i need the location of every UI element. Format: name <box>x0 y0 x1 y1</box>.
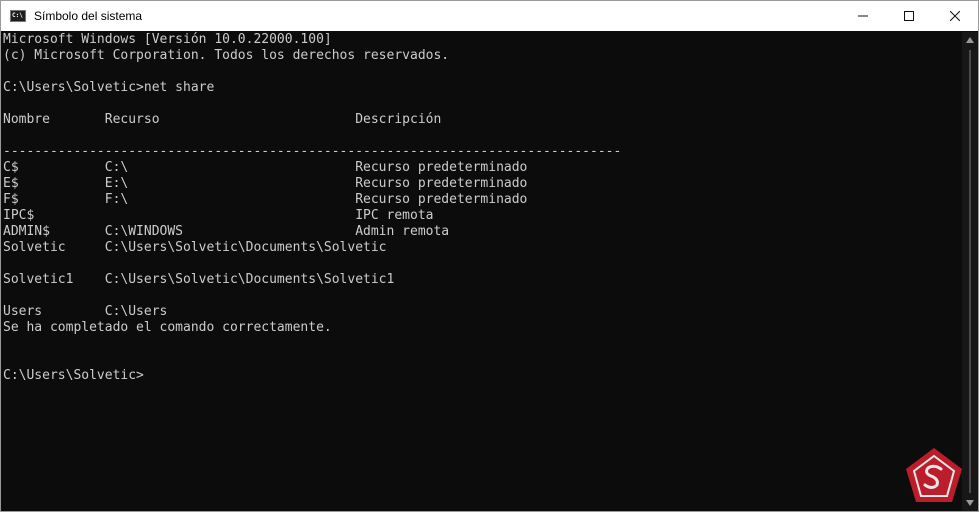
scroll-up-button[interactable] <box>962 32 978 48</box>
console-output[interactable]: Microsoft Windows [Versión 10.0.22000.10… <box>1 32 962 511</box>
scroll-down-button[interactable] <box>962 495 978 511</box>
console-line: Solvetic C:\Users\Solvetic\Documents\Sol… <box>3 240 387 255</box>
close-icon <box>950 11 960 21</box>
console-line: ADMIN$ C:\WINDOWS Admin remota <box>3 224 450 239</box>
console-line: Microsoft Windows [Versión 10.0.22000.10… <box>3 32 332 47</box>
minimize-icon <box>858 15 868 17</box>
scroll-down-arrow-icon <box>966 500 974 506</box>
cmd-icon <box>10 10 26 22</box>
maximize-icon <box>904 11 914 21</box>
scroll-up-arrow-icon <box>966 37 974 43</box>
console-line: C:\Users\Solvetic> <box>3 368 144 383</box>
console-line: E$ E:\ Recurso predeterminado <box>3 176 528 191</box>
console-line: Nombre Recurso Descripción <box>3 112 442 127</box>
window-title: Símbolo del sistema <box>34 9 143 23</box>
command-prompt-window: Símbolo del sistema Microsoft Windows [V… <box>0 0 979 512</box>
console-line: F$ F:\ Recurso predeterminado <box>3 192 528 207</box>
title-bar[interactable]: Símbolo del sistema <box>1 1 978 31</box>
minimize-button[interactable] <box>840 1 886 31</box>
scroll-thumb[interactable] <box>969 50 971 493</box>
window-controls <box>840 1 978 31</box>
close-button[interactable] <box>932 1 978 31</box>
vertical-scrollbar[interactable] <box>962 32 978 511</box>
console-line: ----------------------------------------… <box>3 144 622 159</box>
console-line: (c) Microsoft Corporation. Todos los der… <box>3 48 450 63</box>
console-line: Users C:\Users <box>3 304 168 319</box>
console-line: C$ C:\ Recurso predeterminado <box>3 160 528 175</box>
console-line: IPC$ IPC remota <box>3 208 434 223</box>
console-line: C:\Users\Solvetic>net share <box>3 80 215 95</box>
console-line: Se ha completado el comando correctament… <box>3 320 332 335</box>
solvetic-logo-icon <box>906 448 962 502</box>
maximize-button[interactable] <box>886 1 932 31</box>
console-line: Solvetic1 C:\Users\Solvetic\Documents\So… <box>3 272 395 287</box>
